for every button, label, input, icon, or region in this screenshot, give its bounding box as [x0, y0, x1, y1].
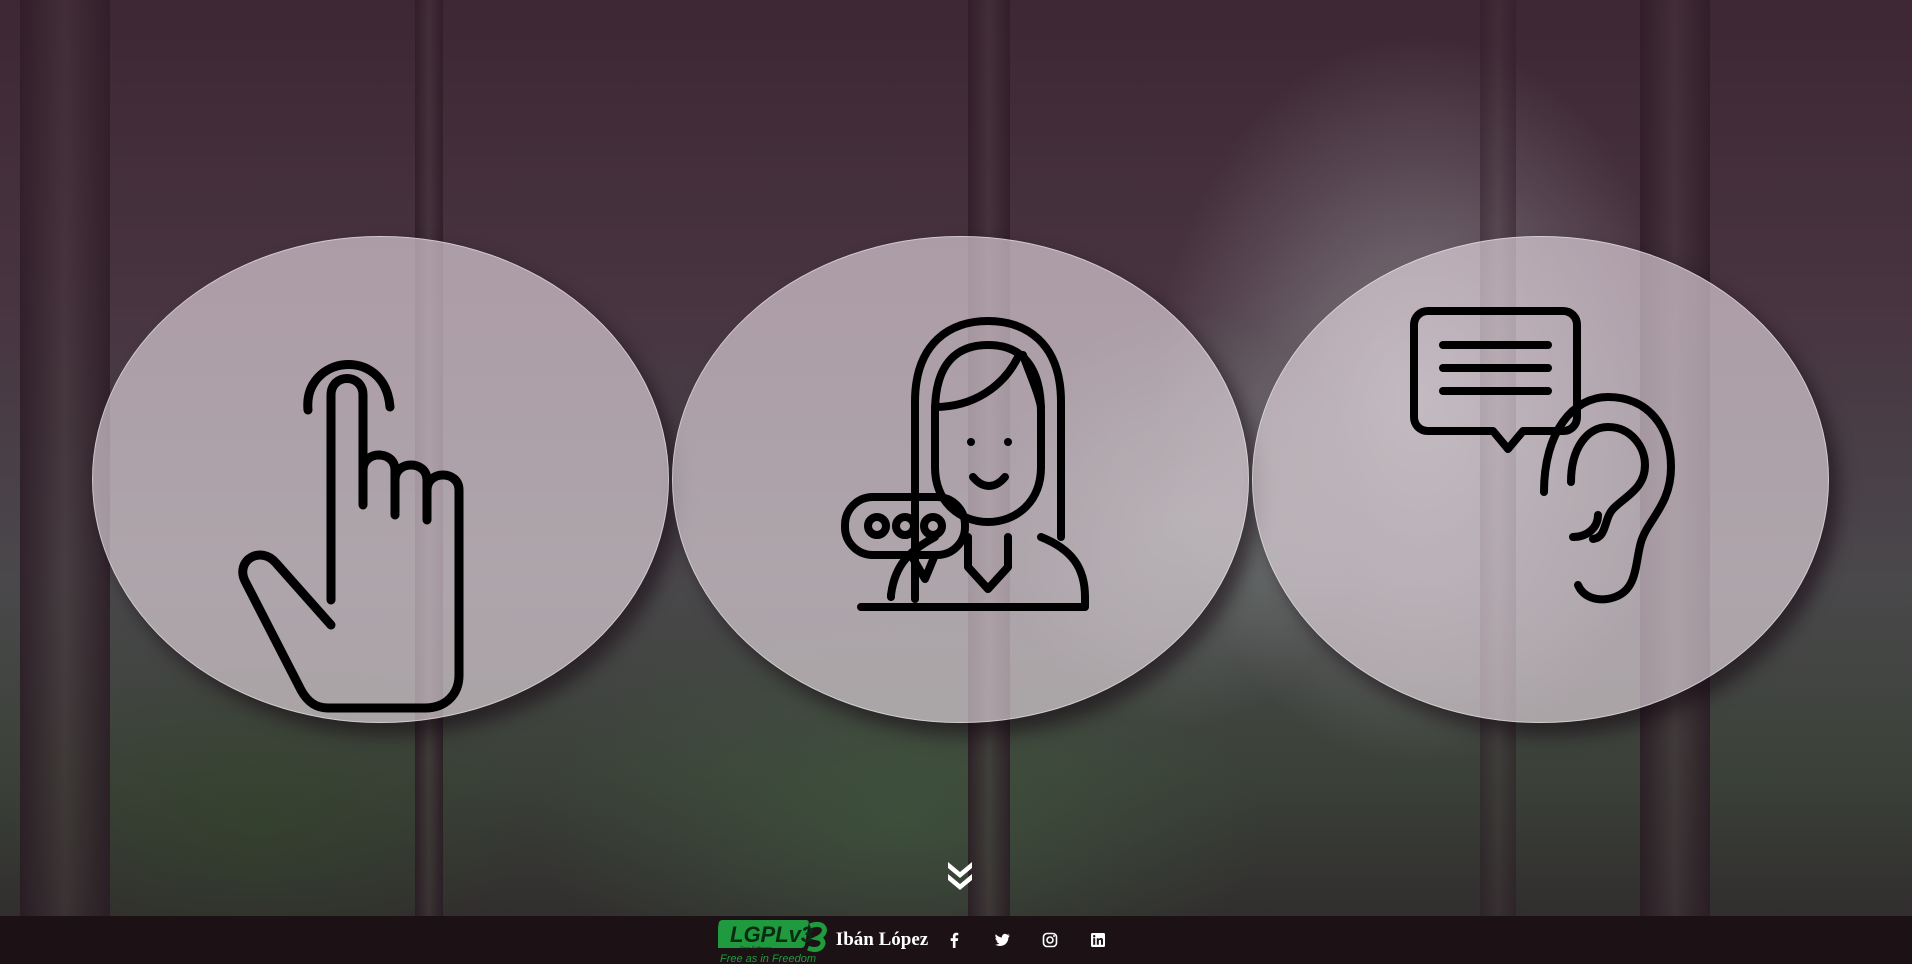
feature-bubble-support	[672, 236, 1249, 723]
svg-text:Free Software: Free Software	[740, 946, 772, 952]
forest-background: LGPLv3 Free Software Free as in Freedom …	[0, 0, 1912, 964]
svg-text:LGPLv3: LGPLv3	[730, 922, 813, 947]
svg-text:Free as in Freedom: Free as in Freedom	[720, 953, 816, 964]
feature-bubble-listening	[1252, 236, 1829, 723]
instagram-icon	[1042, 932, 1058, 948]
facebook-icon	[950, 932, 959, 948]
footer: LGPLv3 Free Software Free as in Freedom …	[0, 916, 1912, 964]
linkedin-link[interactable]	[1086, 928, 1110, 952]
author-name: Ibán López	[835, 929, 929, 950]
linkedin-icon	[1091, 933, 1106, 947]
lgpl-license-logo[interactable]: LGPLv3 Free Software Free as in Freedom	[717, 916, 828, 964]
instagram-link[interactable]	[1038, 928, 1062, 952]
facebook-link[interactable]	[942, 928, 966, 952]
pointer-hand-icon	[238, 360, 464, 713]
feature-bubble-touch	[92, 236, 669, 723]
listening-ear-icon	[1410, 307, 1675, 604]
support-agent-icon	[841, 317, 1089, 611]
lgpl-v3-logo: LGPLv3 Free Software Free as in Freedom	[717, 920, 827, 964]
twitter-link[interactable]	[990, 928, 1014, 952]
twitter-icon	[995, 933, 1010, 946]
double-chevron-down-icon	[948, 862, 972, 890]
scroll-down-button[interactable]	[944, 858, 976, 892]
